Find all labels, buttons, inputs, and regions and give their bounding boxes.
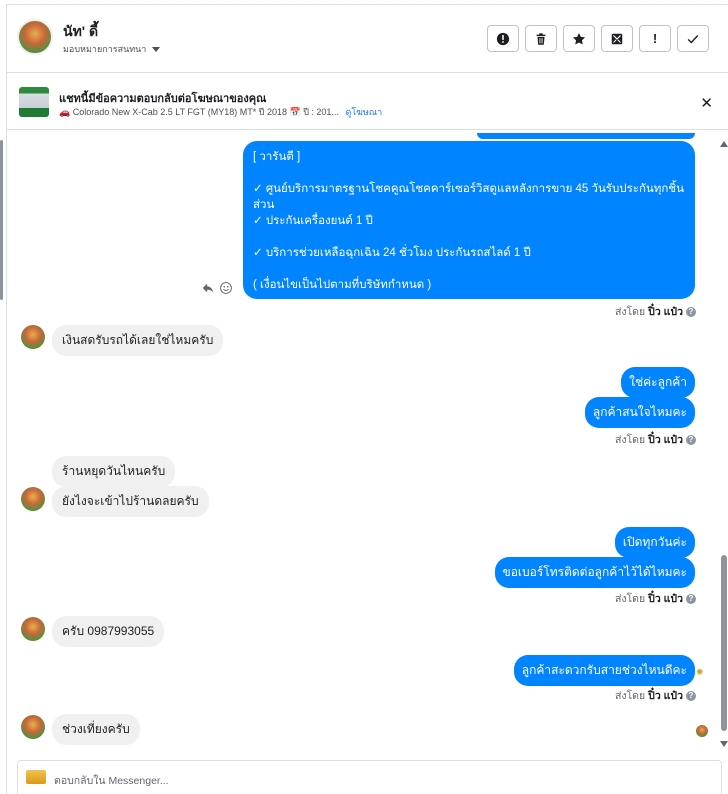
sticker-icon: ✺ xyxy=(696,667,704,677)
incoming-message[interactable]: เงินสดรับรถได้เลยใช่ไหมครับ xyxy=(52,325,224,356)
check-icon xyxy=(687,34,699,44)
left-panel-scrollbar[interactable] xyxy=(0,140,3,300)
help-icon[interactable]: ? xyxy=(685,593,696,604)
reply-input[interactable]: ตอบกลับใน Messenger... xyxy=(54,772,169,789)
assign-label: มอบหมายการสนทนา xyxy=(63,44,147,54)
exclamation-icon: ! xyxy=(652,31,658,46)
help-icon[interactable]: ? xyxy=(685,434,696,445)
sent-by-label: ส่งโดย ปิ๋ว แป๋ว ? xyxy=(615,590,696,607)
warranty-line: [ วารันตี ] xyxy=(253,151,301,163)
incoming-message[interactable]: ช่วงเที่ยงครับ xyxy=(52,714,140,745)
ad-banner-subtitle: 🚗 Colorado New X-Cab 2.5 LT FGT (MY18) M… xyxy=(59,105,382,119)
previous-message-edge xyxy=(477,133,695,139)
reply-composer[interactable]: ตอบกลับใน Messenger... xyxy=(17,760,722,794)
inbox-icon xyxy=(611,33,623,44)
sent-by-prefix: ส่งโดย xyxy=(615,593,646,605)
contact-avatar[interactable] xyxy=(17,19,53,55)
conversation-header: นัท' ดี้ มอบหมายการสนทนา ! xyxy=(7,5,728,73)
sent-by-prefix: ส่งโดย xyxy=(615,306,646,318)
star-icon xyxy=(572,32,586,45)
header-actions: ! xyxy=(487,25,709,52)
help-icon[interactable]: ? xyxy=(685,690,696,701)
message-thread[interactable]: [ วารันตี ] ✓ ศูนย์บริการมาตรฐานโชคคูณโช… xyxy=(7,131,728,755)
contact-avatar-small xyxy=(21,715,45,739)
ad-reply-banner: แชทนี้มีข้อความตอบกลับต่อโฆษณาของคุณ 🚗 C… xyxy=(7,74,728,130)
mark-spam-button[interactable] xyxy=(487,25,519,52)
outgoing-message[interactable]: ลูกค้าสนใจไหมคะ xyxy=(584,397,695,428)
scroll-thumb[interactable] xyxy=(721,555,727,731)
outgoing-message[interactable]: ขอเบอร์โทรติดต่อลูกค้าไว้ได้ไหมคะ xyxy=(494,557,695,588)
mark-done-button[interactable] xyxy=(677,25,709,52)
trash-icon xyxy=(536,32,546,45)
delete-button[interactable] xyxy=(525,25,557,52)
caret-down-icon xyxy=(152,46,161,52)
sent-by-prefix: ส่งโดย xyxy=(615,434,646,446)
ad-vehicle-text: 🚗 Colorado New X-Cab 2.5 LT FGT (MY18) M… xyxy=(59,107,339,117)
move-to-inbox-button[interactable] xyxy=(601,25,633,52)
sent-by-label: ส่งโดย ปิ๋ว แป๋ว ? xyxy=(615,687,696,704)
warranty-message[interactable]: [ วารันตี ] ✓ ศูนย์บริการมาตรฐานโชคคูณโช… xyxy=(243,141,695,299)
message-actions xyxy=(201,281,233,295)
help-icon[interactable]: ? xyxy=(685,306,696,317)
contact-avatar-small xyxy=(21,325,45,349)
scroll-up-icon[interactable] xyxy=(720,141,728,147)
view-ad-link[interactable]: ดูโฆษณา xyxy=(345,107,382,117)
sent-by-name: ปิ๋ว แป๋ว xyxy=(648,434,683,446)
close-icon[interactable]: ✕ xyxy=(700,94,713,112)
seen-indicator-avatar xyxy=(696,725,708,737)
incoming-message[interactable]: ร้านหยุดวันไหนครับ xyxy=(52,456,176,487)
ad-thumbnail[interactable] xyxy=(19,87,49,117)
chat-scrollbar[interactable] xyxy=(719,135,728,747)
outgoing-message[interactable]: ใช่ค่ะลูกค้า xyxy=(621,367,695,398)
page-logo xyxy=(26,770,46,784)
scroll-down-icon[interactable] xyxy=(720,741,728,747)
sent-by-name: ปิ๋ว แป๋ว xyxy=(648,690,683,702)
sent-by-name: ปิ๋ว แป๋ว xyxy=(648,593,683,605)
emoji-icon[interactable] xyxy=(219,281,233,295)
outgoing-message[interactable]: ลูกค้าสะดวกรับสายช่วงไหนดีคะ xyxy=(513,655,695,686)
sent-by-name: ปิ๋ว แป๋ว xyxy=(648,306,683,318)
messenger-panel: นัท' ดี้ มอบหมายการสนทนา ! แชทนี้มีข้อคว… xyxy=(6,4,728,794)
sent-by-prefix: ส่งโดย xyxy=(615,690,646,702)
contact-avatar-small xyxy=(21,487,45,511)
star-button[interactable] xyxy=(563,25,595,52)
incoming-message[interactable]: ยังไงจะเข้าไปร้านดลยครับ xyxy=(52,486,209,517)
warranty-line: ✓ ศูนย์บริการมาตรฐานโชคคูณโชคคาร์เซอร์วิ… xyxy=(253,183,684,211)
contact-avatar-small xyxy=(21,617,45,641)
follow-up-button[interactable]: ! xyxy=(639,25,671,52)
contact-name[interactable]: นัท' ดี้ xyxy=(63,21,98,43)
incoming-message[interactable]: ครับ 0987993055 xyxy=(52,616,165,647)
sent-by-label: ส่งโดย ปิ๋ว แป๋ว ? xyxy=(615,303,696,320)
alert-icon xyxy=(496,32,510,45)
reply-icon[interactable] xyxy=(201,281,215,295)
outgoing-message[interactable]: เปิดทุกวันค่ะ xyxy=(614,527,695,558)
sent-by-label: ส่งโดย ปิ๋ว แป๋ว ? xyxy=(615,431,696,448)
warranty-line: ✓ ประกันเครื่องยนต์ 1 ปี xyxy=(253,215,373,227)
warranty-line: ✓ บริการช่วยเหลือฉุกเฉิน 24 ชั่วโมง ประก… xyxy=(253,247,531,259)
assign-conversation-dropdown[interactable]: มอบหมายการสนทนา xyxy=(63,42,161,56)
